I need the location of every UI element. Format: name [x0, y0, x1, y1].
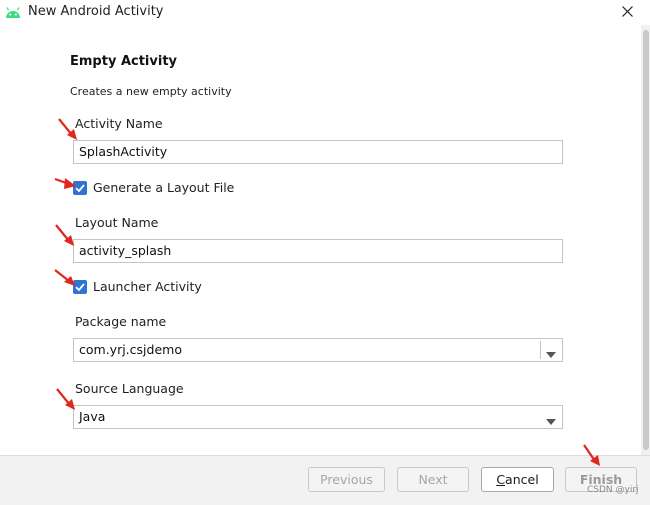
layout-name-label: Layout Name: [75, 215, 159, 230]
checkbox-checked[interactable]: [73, 181, 87, 195]
checkmark-icon: [75, 283, 85, 292]
checkmark-icon: [75, 184, 85, 193]
package-name-combo[interactable]: com.yrj.csjdemo: [73, 338, 563, 362]
cancel-button[interactable]: Cancel: [481, 467, 554, 492]
source-language-value[interactable]: Java: [79, 409, 105, 424]
scrollbar-thumb[interactable]: [643, 30, 649, 450]
combo-divider: [540, 341, 541, 359]
watermark: CSDN @yirj: [587, 485, 639, 495]
close-icon[interactable]: [621, 6, 633, 17]
window-title: New Android Activity: [28, 4, 164, 19]
chevron-down-icon[interactable]: [546, 413, 556, 428]
activity-name-field[interactable]: SplashActivity: [73, 140, 563, 164]
template-heading: Empty Activity: [70, 54, 178, 69]
chevron-down-icon[interactable]: [546, 346, 556, 361]
checkbox-checked[interactable]: [73, 280, 87, 294]
close-button[interactable]: [612, 0, 642, 24]
cancel-mnemonic: C: [496, 472, 506, 487]
android-icon: [5, 5, 21, 19]
previous-button[interactable]: Previous: [308, 467, 385, 492]
activity-name-label: Activity Name: [75, 116, 163, 131]
launcher-activity-label: Launcher Activity: [93, 279, 202, 294]
source-language-select[interactable]: Java: [73, 405, 563, 429]
package-name-label: Package name: [75, 314, 167, 329]
launcher-activity-checkbox[interactable]: Launcher Activity: [73, 279, 233, 297]
template-description: Creates a new empty activity: [70, 85, 232, 98]
generate-layout-label: Generate a Layout File: [93, 180, 235, 195]
package-name-value[interactable]: com.yrj.csjdemo: [79, 342, 182, 357]
title-bar: New Android Activity: [0, 0, 650, 25]
layout-name-field[interactable]: activity_splash: [73, 239, 563, 263]
source-language-label: Source Language: [75, 381, 184, 396]
next-button[interactable]: Next: [397, 467, 469, 492]
generate-layout-checkbox[interactable]: Generate a Layout File: [73, 180, 253, 198]
cancel-label-rest: ancel: [505, 472, 539, 487]
